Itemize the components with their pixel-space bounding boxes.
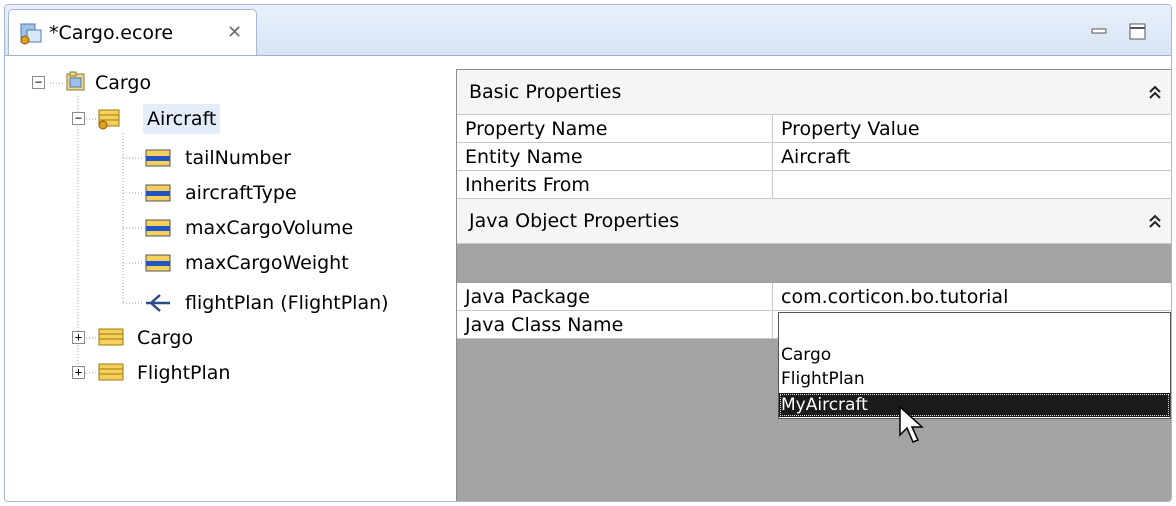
property-value-cell[interactable]: com.corticon.bo.tutorial xyxy=(773,283,1171,311)
tree-node-label: Aircraft xyxy=(143,104,221,134)
tree-expander[interactable]: + xyxy=(72,331,85,344)
property-name-cell: Entity Name xyxy=(457,143,773,171)
model-tree: − Cargo − Aircraft tailNumber aircraftTy… xyxy=(5,56,450,501)
entity-icon xyxy=(98,328,124,346)
maximize-icon[interactable] xyxy=(1127,23,1149,41)
column-header-property-name: Property Name xyxy=(457,115,773,143)
attribute-icon xyxy=(145,149,171,167)
dropdown-option[interactable]: FlightPlan xyxy=(779,367,1170,391)
attribute-icon xyxy=(145,184,171,202)
close-icon[interactable]: ✕ xyxy=(227,22,242,43)
tree-node-label: FlightPlan xyxy=(137,362,231,384)
tree-node-label: maxCargoWeight xyxy=(185,252,349,274)
package-icon xyxy=(66,71,85,91)
property-value-cell[interactable] xyxy=(773,171,1171,199)
basic-properties-section-header[interactable]: Basic Properties xyxy=(457,70,1171,115)
property-name-cell: Java Package xyxy=(457,283,773,311)
tree-expander[interactable]: + xyxy=(72,366,85,379)
tree-node-label: aircraftType xyxy=(185,182,297,204)
property-name-cell: Java Class Name xyxy=(457,311,773,339)
tree-node-label: Cargo xyxy=(95,72,152,94)
association-icon xyxy=(146,294,170,312)
section-title: Basic Properties xyxy=(469,81,622,103)
tab-title: *Cargo.ecore xyxy=(49,22,174,44)
attribute-icon xyxy=(145,219,171,237)
tree-node-label: Cargo xyxy=(137,327,194,349)
tree-node-label: maxCargoVolume xyxy=(185,217,354,239)
properties-panel: Basic Properties Property Name Property … xyxy=(456,69,1171,501)
editor-frame: *Cargo.ecore ✕ − Cargo − Aircraft tailNu… xyxy=(4,4,1172,502)
dropdown-option-selected[interactable]: MyAircraft xyxy=(779,393,1170,417)
tree-expander[interactable]: − xyxy=(32,76,45,89)
property-name-cell: Inherits From xyxy=(457,171,773,199)
tree-expander[interactable]: − xyxy=(72,112,85,125)
tree-node-label: tailNumber xyxy=(185,147,291,169)
ecore-file-icon xyxy=(20,23,42,45)
column-header-property-value: Property Value xyxy=(773,115,1171,143)
table-row[interactable]: Entity Name Aircraft xyxy=(457,143,1171,171)
java-class-name-dropdown[interactable]: Cargo FlightPlan MyAircraft xyxy=(778,312,1171,419)
java-object-properties-section-header[interactable]: Java Object Properties xyxy=(457,199,1171,244)
minimize-icon[interactable] xyxy=(1089,23,1111,41)
tree-node-label: flightPlan (FlightPlan) xyxy=(185,292,389,314)
property-value-cell[interactable]: Aircraft xyxy=(773,143,1171,171)
collapse-chevron-icon[interactable] xyxy=(1149,199,1161,260)
dropdown-option[interactable]: Cargo xyxy=(779,343,1170,367)
properties-table-header: Property Name Property Value xyxy=(457,115,1171,143)
table-row[interactable]: Java Package com.corticon.bo.tutorial xyxy=(457,283,1171,311)
entity-icon xyxy=(98,109,120,130)
editor-tab-bar: *Cargo.ecore ✕ xyxy=(5,5,1171,56)
editor-tab-cargo-ecore[interactable]: *Cargo.ecore ✕ xyxy=(8,9,257,55)
entity-icon xyxy=(98,363,124,381)
section-title: Java Object Properties xyxy=(469,210,680,232)
table-row[interactable]: Inherits From xyxy=(457,171,1171,199)
attribute-icon xyxy=(145,254,171,272)
dropdown-option[interactable] xyxy=(779,319,1170,343)
mouse-pointer-icon xyxy=(899,405,924,443)
